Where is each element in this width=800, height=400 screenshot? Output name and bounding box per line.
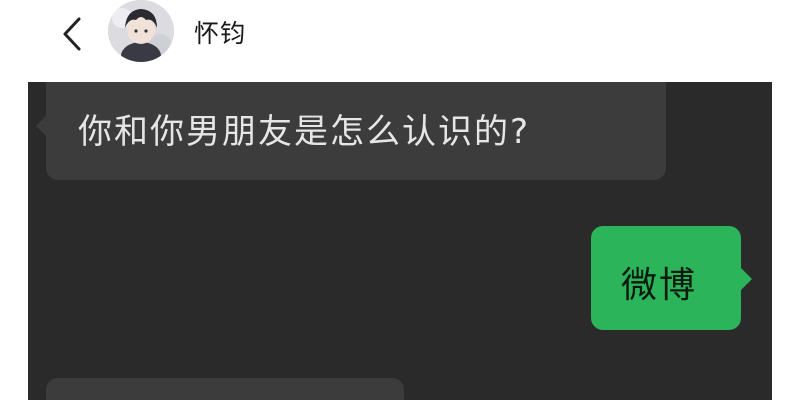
incoming-message-bubble[interactable]: 你和你男朋友是怎么认识的? (36, 82, 666, 180)
avatar-image (108, 0, 174, 62)
chat-window: 怀钧 你和你男朋友是怎么认识的? 微博 (28, 0, 772, 400)
bubble-tail (741, 268, 752, 290)
back-button[interactable] (54, 12, 90, 56)
message-text: 你和你男朋友是怎么认识的? (78, 112, 531, 152)
incoming-message-bubble[interactable] (46, 378, 404, 400)
avatar[interactable] (108, 0, 174, 62)
message-text: 微博 (621, 265, 698, 306)
chat-header: 怀钧 (28, 0, 772, 82)
outgoing-message-bubble[interactable]: 微博 (591, 226, 752, 330)
contact-name: 怀钧 (194, 19, 247, 48)
bubble-tail (36, 116, 46, 136)
chevron-left-icon (63, 17, 81, 51)
message-list[interactable]: 你和你男朋友是怎么认识的? 微博 (28, 82, 772, 400)
